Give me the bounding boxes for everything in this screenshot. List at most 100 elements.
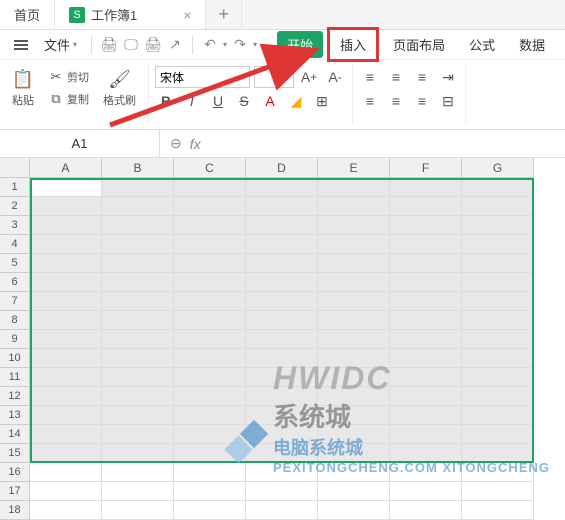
cell[interactable] (390, 387, 462, 406)
align-bottom-icon[interactable]: ≡ (411, 66, 433, 88)
cell[interactable] (318, 501, 390, 520)
cell[interactable] (390, 482, 462, 501)
cell[interactable] (462, 273, 534, 292)
cell[interactable] (462, 197, 534, 216)
col-header-D[interactable]: D (246, 158, 318, 178)
cell[interactable] (462, 463, 534, 482)
cell[interactable] (318, 311, 390, 330)
ribbon-tab-data[interactable]: 数据 (509, 31, 555, 58)
font-color-button[interactable]: A (259, 90, 281, 112)
cell[interactable] (390, 292, 462, 311)
tab-document[interactable]: S 工作簿1 × (55, 0, 206, 29)
undo-icon[interactable]: ↶ (201, 36, 219, 54)
name-box[interactable]: A1 (0, 130, 160, 157)
col-header-F[interactable]: F (390, 158, 462, 178)
cell[interactable] (462, 425, 534, 444)
cell[interactable] (462, 216, 534, 235)
cell[interactable] (462, 330, 534, 349)
row-header-18[interactable]: 18 (0, 501, 30, 520)
font-name-select[interactable]: 宋体▾ (155, 66, 250, 88)
col-header-C[interactable]: C (174, 158, 246, 178)
cell[interactable] (390, 425, 462, 444)
cell[interactable] (30, 178, 102, 197)
cell[interactable] (318, 425, 390, 444)
cell[interactable] (30, 425, 102, 444)
cell[interactable] (246, 197, 318, 216)
cell[interactable] (390, 216, 462, 235)
cell[interactable] (318, 216, 390, 235)
cell[interactable] (102, 311, 174, 330)
row-header-8[interactable]: 8 (0, 311, 30, 330)
cell[interactable] (462, 368, 534, 387)
cell[interactable] (174, 387, 246, 406)
cell[interactable] (30, 387, 102, 406)
cell[interactable] (174, 501, 246, 520)
save-icon[interactable]: 🖨 (100, 36, 118, 54)
align-center-icon[interactable]: ≡ (385, 90, 407, 112)
cell[interactable] (102, 387, 174, 406)
select-all-corner[interactable] (0, 158, 30, 178)
cell[interactable] (174, 273, 246, 292)
cell[interactable] (174, 482, 246, 501)
ribbon-tab-layout[interactable]: 页面布局 (383, 31, 455, 58)
cell[interactable] (30, 501, 102, 520)
cell[interactable] (318, 406, 390, 425)
cell[interactable] (246, 330, 318, 349)
cell[interactable] (30, 197, 102, 216)
cell[interactable] (246, 463, 318, 482)
cell[interactable] (30, 444, 102, 463)
row-header-15[interactable]: 15 (0, 444, 30, 463)
row-header-3[interactable]: 3 (0, 216, 30, 235)
row-header-11[interactable]: 11 (0, 368, 30, 387)
col-header-E[interactable]: E (318, 158, 390, 178)
cell[interactable] (30, 330, 102, 349)
cell[interactable] (246, 235, 318, 254)
cell[interactable] (174, 235, 246, 254)
row-header-7[interactable]: 7 (0, 292, 30, 311)
row-header-4[interactable]: 4 (0, 235, 30, 254)
ribbon-tab-formula[interactable]: 公式 (459, 31, 505, 58)
menu-hamburger[interactable] (8, 36, 34, 54)
cell[interactable] (318, 273, 390, 292)
menu-file[interactable]: 文件▾ (38, 31, 83, 58)
cell[interactable] (318, 292, 390, 311)
export-icon[interactable]: ↗ (166, 36, 184, 54)
cell[interactable] (30, 216, 102, 235)
cell[interactable] (318, 463, 390, 482)
cut-button[interactable]: ✂剪切 (44, 67, 93, 87)
fx-icon[interactable]: fx (190, 136, 201, 152)
cell[interactable] (462, 292, 534, 311)
cell[interactable] (246, 349, 318, 368)
align-middle-icon[interactable]: ≡ (385, 66, 407, 88)
cell[interactable] (246, 216, 318, 235)
cell[interactable] (102, 501, 174, 520)
ribbon-tab-insert[interactable]: 插入 (327, 27, 379, 62)
cell[interactable] (102, 292, 174, 311)
cell[interactable] (246, 406, 318, 425)
row-header-1[interactable]: 1 (0, 178, 30, 197)
cell[interactable] (246, 387, 318, 406)
cell[interactable] (30, 349, 102, 368)
cell[interactable] (246, 273, 318, 292)
col-header-G[interactable]: G (462, 158, 534, 178)
cell[interactable] (102, 197, 174, 216)
cell[interactable] (318, 254, 390, 273)
cell[interactable] (174, 197, 246, 216)
cell[interactable] (318, 387, 390, 406)
cell[interactable] (30, 273, 102, 292)
cell[interactable] (174, 292, 246, 311)
tab-add[interactable]: + (206, 0, 242, 29)
cell[interactable] (390, 197, 462, 216)
cell[interactable] (174, 425, 246, 444)
cell[interactable] (462, 254, 534, 273)
cell[interactable] (318, 368, 390, 387)
cell[interactable] (246, 444, 318, 463)
cell[interactable] (462, 235, 534, 254)
cell[interactable] (246, 292, 318, 311)
cell[interactable] (102, 425, 174, 444)
format-painter-button[interactable]: 🖌 格式刷 (97, 66, 142, 110)
cell[interactable] (174, 463, 246, 482)
cell[interactable] (174, 178, 246, 197)
underline-button[interactable]: U (207, 90, 229, 112)
cell[interactable] (30, 311, 102, 330)
